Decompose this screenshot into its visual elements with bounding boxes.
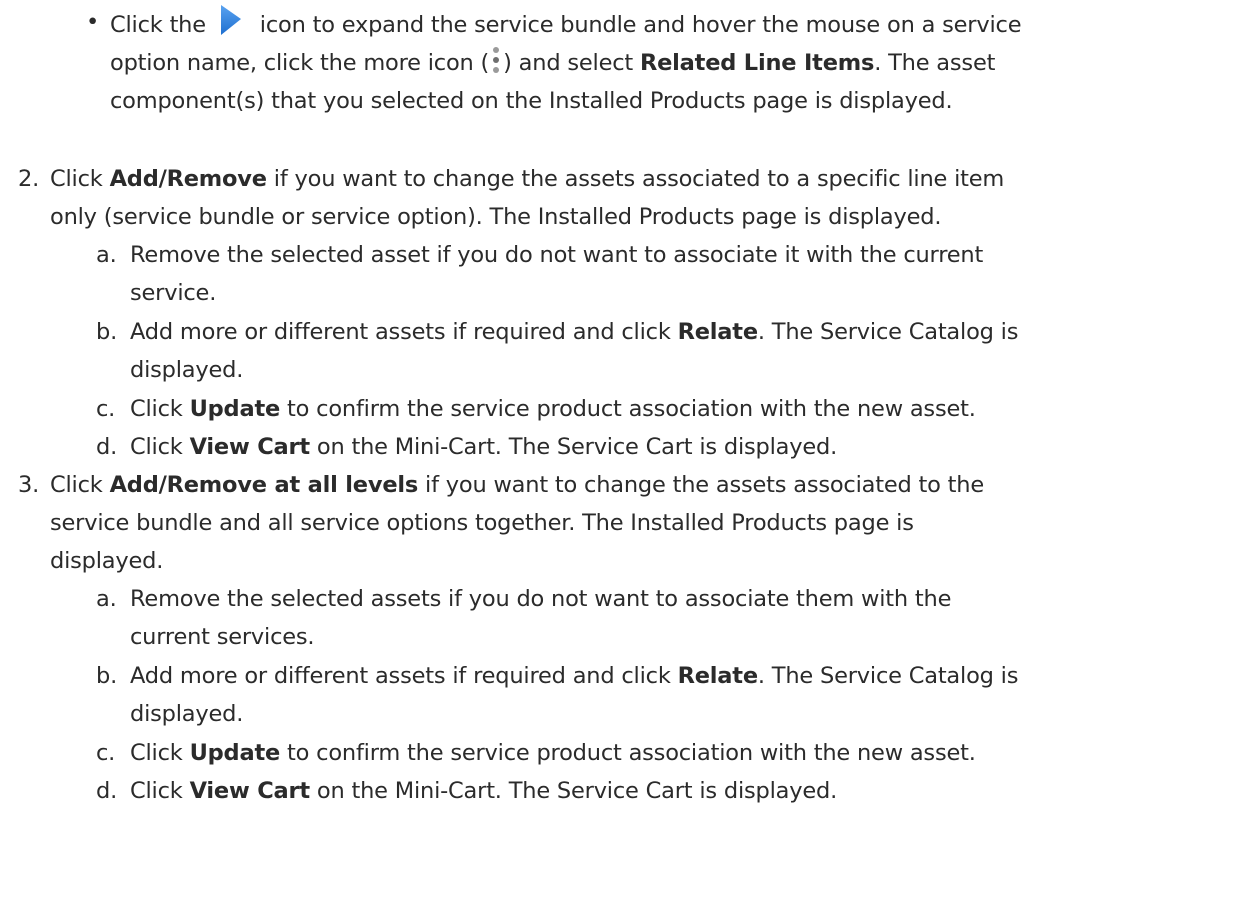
step-3-a-line-2: current services.: [130, 624, 315, 650]
step-3-b: b. Add more or different assets if requi…: [96, 657, 1250, 733]
bold-text: Update: [189, 740, 281, 766]
text: Click: [130, 778, 183, 804]
step-2-c-line-1: Click Update to confirm the service prod…: [130, 390, 1250, 428]
text: to confirm the service product associati…: [287, 740, 976, 766]
step-3-a-line-1: Remove the selected assets if you do not…: [130, 586, 952, 612]
sub-marker: d.: [96, 434, 118, 460]
bold-text: Update: [189, 396, 281, 422]
step-3-d-line-1: Click View Cart on the Mini-Cart. The Se…: [130, 772, 1250, 810]
bold-text: View Cart: [189, 778, 311, 804]
step-2-c: c. Click Update to confirm the service p…: [96, 390, 1250, 428]
step-3-line-1: Click Add/Remove at all levels if you wa…: [50, 466, 1250, 504]
step-2-d-line-1: Click View Cart on the Mini-Cart. The Se…: [130, 428, 1250, 466]
text: if you want to change the assets associa…: [273, 166, 1005, 192]
bold-text: Relate: [677, 319, 758, 345]
step-2-a-line-2: service.: [130, 280, 217, 306]
text: ) and select: [503, 50, 634, 76]
bold-text: View Cart: [189, 434, 311, 460]
bullet-line-2: option name, click the more icon ( ) and …: [110, 44, 1250, 82]
step-3-b-line-1: Add more or different assets if required…: [130, 657, 1250, 695]
sub-marker: d.: [96, 778, 118, 804]
step-3-line-2: service bundle and all service options t…: [50, 510, 914, 536]
bold-text: Add/Remove: [109, 166, 267, 192]
step-2-line-1: Click Add/Remove if you want to change t…: [50, 160, 1250, 198]
bullet-item-expand: • Click the icon to expand the service b…: [86, 3, 1250, 120]
bullet-line-1: Click the icon to expand the service bun…: [110, 3, 1250, 44]
sub-marker: c.: [96, 740, 116, 766]
step-marker: 3.: [18, 472, 40, 498]
text: to confirm the service product associati…: [287, 396, 976, 422]
step-2: 2. Click Add/Remove if you want to chang…: [18, 160, 1250, 236]
step-2-b-line-1: Add more or different assets if required…: [130, 313, 1250, 351]
text: Click: [50, 166, 103, 192]
step-3-a: a. Remove the selected assets if you do …: [96, 580, 1250, 656]
text: option name, click the more icon (: [110, 50, 490, 76]
text: Add more or different assets if required…: [130, 319, 671, 345]
text: Click: [50, 472, 103, 498]
sub-marker: a.: [96, 242, 117, 268]
sub-marker: b.: [96, 663, 118, 689]
text: Add more or different assets if required…: [130, 663, 671, 689]
text: . The Service Catalog is: [757, 663, 1019, 689]
bold-text: Related Line Items: [639, 50, 875, 76]
bullet-marker: •: [86, 9, 100, 35]
step-3-d: d. Click View Cart on the Mini-Cart. The…: [96, 772, 1250, 810]
document-page: • Click the icon to expand the service b…: [0, 0, 1258, 900]
step-2-b: b. Add more or different assets if requi…: [96, 313, 1250, 389]
text: if you want to change the assets associa…: [425, 472, 985, 498]
step-2-d: d. Click View Cart on the Mini-Cart. The…: [96, 428, 1250, 466]
step-3-b-line-2: displayed.: [130, 701, 244, 727]
text: on the Mini-Cart. The Service Cart is di…: [316, 434, 838, 460]
step-3-c: c. Click Update to confirm the service p…: [96, 734, 1250, 772]
step-2-line-2: only (service bundle or service option).…: [50, 204, 942, 230]
text: . The asset: [874, 50, 996, 76]
step-3: 3. Click Add/Remove at all levels if you…: [18, 466, 1250, 580]
sub-marker: c.: [96, 396, 116, 422]
text: Click: [130, 740, 183, 766]
text: Click the: [110, 12, 206, 38]
text: . The Service Catalog is: [757, 319, 1019, 345]
bullet-line-3: component(s) that you selected on the In…: [110, 88, 953, 114]
text: Click: [130, 396, 183, 422]
step-2-a: a. Remove the selected asset if you do n…: [96, 236, 1250, 312]
step-marker: 2.: [18, 166, 40, 192]
step-3-line-3: displayed.: [50, 548, 164, 574]
text: icon to expand the service bundle and ho…: [259, 12, 1022, 38]
step-2-b-line-2: displayed.: [130, 357, 244, 383]
step-2-a-line-1: Remove the selected asset if you do not …: [130, 242, 984, 268]
step-3-c-line-1: Click Update to confirm the service prod…: [130, 734, 1250, 772]
bold-text: Relate: [677, 663, 758, 689]
sub-marker: b.: [96, 319, 118, 345]
more-vertical-icon: [489, 45, 503, 77]
text: on the Mini-Cart. The Service Cart is di…: [316, 778, 838, 804]
bold-text: Add/Remove at all levels: [109, 472, 419, 498]
expand-arrow-icon: [213, 3, 247, 37]
text: Click: [130, 434, 183, 460]
sub-marker: a.: [96, 586, 117, 612]
